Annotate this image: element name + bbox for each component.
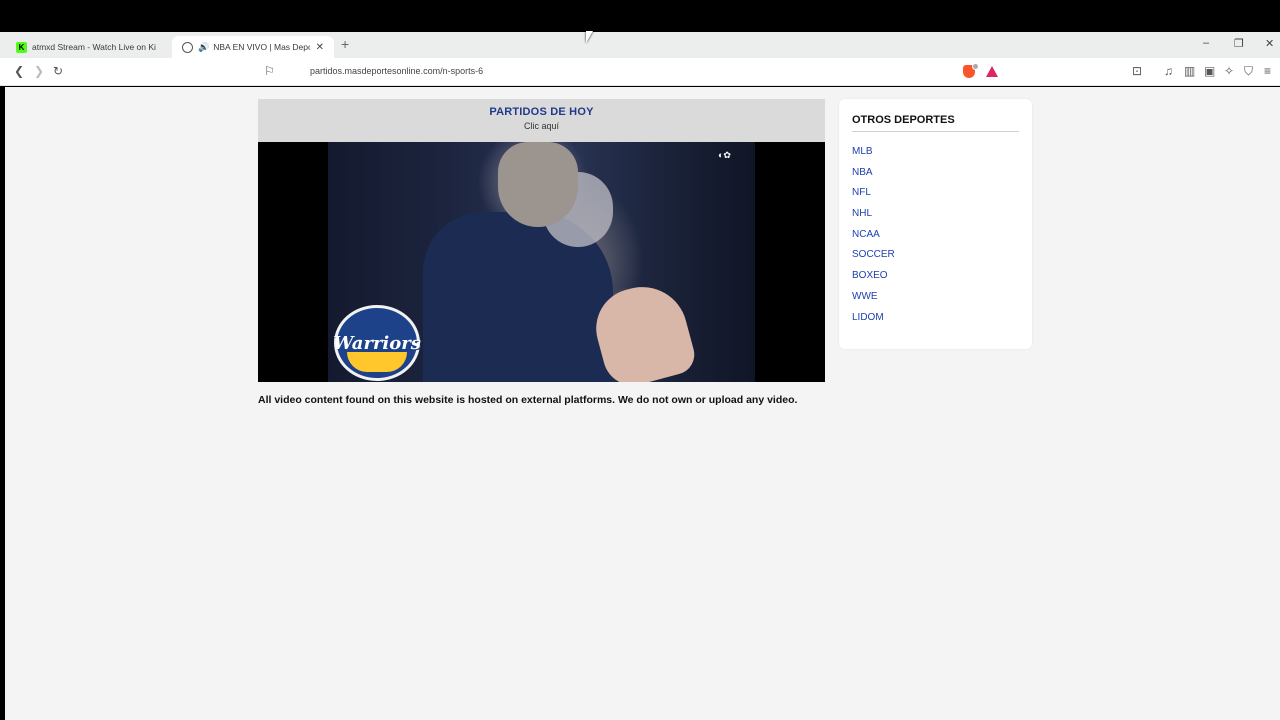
close-window-icon[interactable]: ✕ [1265,37,1274,50]
minimize-icon[interactable]: – [1203,37,1209,49]
tab-kick[interactable]: K atmxd Stream - Watch Live on Kick [6,36,166,58]
bookmark-icon[interactable]: ⚐ [264,64,275,78]
sport-link-wwe[interactable]: WWE [852,291,878,302]
partidos-header: PARTIDOS DE HOY Clic aquí [258,99,825,142]
list-item: NCAA [852,229,895,250]
wallet-icon[interactable]: ▣ [1204,64,1215,78]
broadcast-network-icon: ◐✿ [718,150,731,160]
tab-title: atmxd Stream - Watch Live on Kick [32,42,156,52]
list-item: WWE [852,291,895,312]
url-text[interactable]: partidos.masdeportesonline.com/n-sports-… [310,66,483,76]
leo-ai-icon[interactable]: ✧ [1224,64,1234,78]
reload-icon[interactable]: ↻ [53,64,63,78]
speaker-icon[interactable]: 🔊 [198,42,209,53]
sport-link-mlb[interactable]: MLB [852,146,873,157]
sport-link-lidom[interactable]: LIDOM [852,312,884,323]
back-icon[interactable]: ❮ [14,64,24,78]
otros-deportes-panel: OTROS DEPORTES MLB NBA NFL NHL NCAA SOCC… [839,99,1032,349]
warriors-logo-text: Warriors [333,332,421,354]
list-item: SOCCER [852,249,895,270]
close-tab-icon[interactable]: ✕ [316,42,324,53]
globe-icon [182,41,193,53]
partidos-title: PARTIDOS DE HOY [489,106,594,118]
sports-list: MLB NBA NFL NHL NCAA SOCCER BOXEO WWE LI… [852,146,895,332]
new-tab-button[interactable]: + [341,36,349,52]
video-player[interactable]: ◐✿ Warriors [258,142,825,382]
shields-badge [972,63,979,70]
sport-link-nhl[interactable]: NHL [852,208,872,219]
sport-link-nba[interactable]: NBA [852,167,873,178]
menu-icon[interactable]: ≡ [1264,64,1271,78]
tab-title: NBA EN VIVO | Mas Deportes [213,42,309,52]
clic-aqui-link[interactable]: Clic aquí [258,121,825,131]
media-icon[interactable]: ♫ [1164,64,1173,78]
sport-link-nfl[interactable]: NFL [852,187,871,198]
divider [852,131,1019,132]
list-item: NHL [852,208,895,229]
restore-icon[interactable]: ❐ [1234,37,1244,50]
disclaimer-text: All video content found on this website … [258,394,798,406]
sport-link-boxeo[interactable]: BOXEO [852,270,888,281]
kick-icon: K [16,41,27,53]
sidebar-title: OTROS DEPORTES [852,114,955,126]
list-item: NFL [852,187,895,208]
list-item: NBA [852,167,895,188]
mouse-cursor [586,31,593,43]
tab-nba-en-vivo[interactable]: 🔊 NBA EN VIVO | Mas Deportes ✕ [172,36,334,58]
video-figure [498,142,578,227]
tab-strip: K atmxd Stream - Watch Live on Kick 🔊 NB… [0,32,1280,58]
main-content: PARTIDOS DE HOY Clic aquí ◐✿ Warriors [258,99,825,382]
list-item: BOXEO [852,270,895,291]
list-item: LIDOM [852,312,895,333]
warriors-logo: Warriors [333,305,421,381]
sidebar-icon[interactable]: ▥ [1184,64,1195,78]
sport-link-soccer[interactable]: SOCCER [852,249,895,260]
list-item: MLB [852,146,895,167]
brave-rewards-icon[interactable] [986,66,998,77]
forward-icon[interactable]: ❯ [34,64,44,78]
extension-icon[interactable]: ⊡ [1132,64,1142,78]
top-black-bar [0,0,1280,32]
sport-link-ncaa[interactable]: NCAA [852,229,880,240]
vpn-icon[interactable]: ⛉ [1244,64,1253,78]
